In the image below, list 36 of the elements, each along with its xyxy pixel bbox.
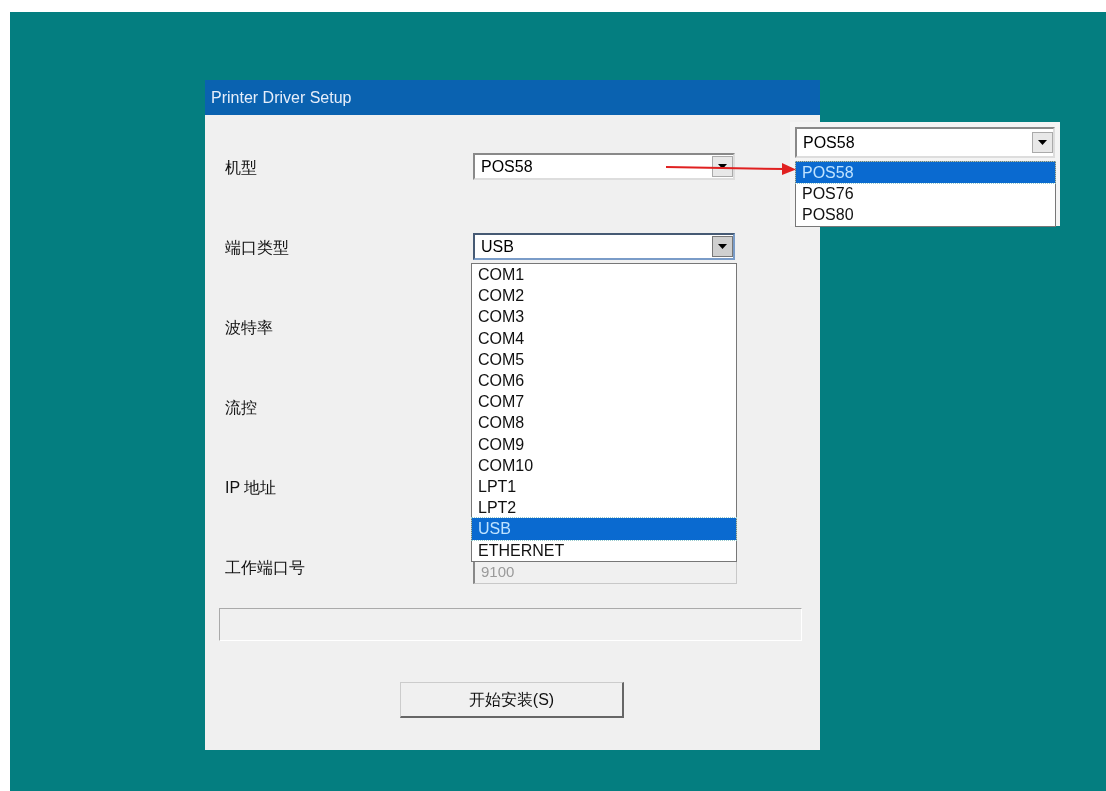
list-option[interactable]: POS80 [796,204,1055,226]
field-value: POS58 [481,156,533,177]
list-option[interactable]: COM2 [472,285,736,307]
list-option[interactable]: COM8 [472,412,736,434]
list-option[interactable]: COM10 [472,454,736,477]
window-title: Printer Driver Setup [205,80,820,115]
list-option[interactable]: POS58 [796,162,1055,184]
field-label: 工作端口号 [225,558,306,578]
caret-icon [718,164,727,169]
dropdown-button[interactable] [1032,132,1053,153]
field-label: 端口类型 [225,238,290,258]
list-option[interactable]: USB [472,518,736,540]
list-option[interactable]: LPT2 [472,497,736,519]
list-option[interactable]: LPT1 [472,476,736,498]
field-label: 流控 [225,398,258,418]
field-label: 机型 [225,158,258,178]
caret-icon [718,244,727,249]
field-value: POS58 [803,132,855,153]
field-value: USB [481,236,514,257]
list-option[interactable]: COM5 [472,348,736,370]
dropdown-button[interactable] [712,236,733,257]
dropdown-button[interactable] [712,156,733,177]
field-label: IP 地址 [225,478,278,498]
list-option[interactable]: POS76 [796,183,1055,205]
dropdown-field[interactable]: POS58 [795,127,1055,158]
list-option[interactable]: ETHERNET [472,539,736,561]
list-option[interactable]: COM3 [472,306,736,328]
install-button[interactable]: 开始安装(S) [400,682,624,718]
list-option[interactable]: COM4 [472,327,736,349]
list-option[interactable]: COM7 [472,391,736,413]
list-option[interactable]: COM9 [472,433,736,455]
list-option[interactable]: COM1 [472,264,736,286]
field-label: 波特率 [225,318,274,338]
dropdown-field[interactable]: POS58 [473,153,735,180]
list-option[interactable]: COM6 [472,370,736,392]
caret-icon [1038,140,1047,145]
